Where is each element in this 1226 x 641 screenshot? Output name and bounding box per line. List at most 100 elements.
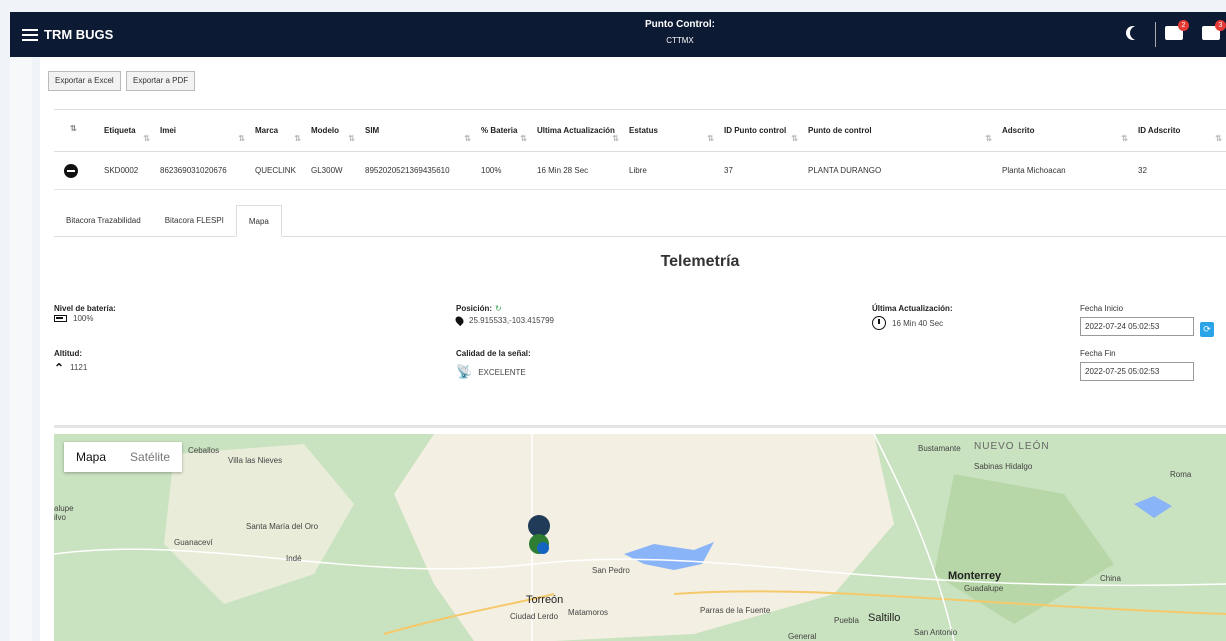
export-excel-button[interactable]: Exportar a Excel — [48, 71, 121, 91]
start-date-input[interactable]: 2022-07-24 05:02:53 — [1080, 317, 1194, 336]
position-info: Posición: ↻ 25.915533,-103.415799 — [453, 304, 554, 327]
map-label: Puebla — [834, 616, 859, 625]
map-label: China — [1100, 574, 1121, 583]
detail-tabs: Bitacora Trazabilidad Bitacora FLESPI Ma… — [54, 205, 1226, 237]
signal-label: Calidad de la señal: — [456, 349, 531, 358]
punto-control: Punto Control: CTTMX — [610, 19, 750, 45]
cell-id-adscrito: 32 — [1132, 151, 1226, 190]
header-punto-control[interactable]: Punto de control ⇅ — [802, 109, 996, 152]
end-date-group: Fecha Fin 2022-07-25 05:02:53 — [1080, 349, 1194, 381]
clock-icon — [872, 316, 886, 330]
cell-ultima-actualizacion: 16 Min 28 Sec — [531, 151, 623, 190]
devices-table: ⇅ Etiqueta ⇅ Imei ⇅ Marca ⇅ Modelo ⇅ SIM ⇅ % … — [54, 109, 1226, 190]
section-divider — [54, 425, 1226, 428]
battery-icon — [54, 315, 67, 322]
header-ultima-actualizacion[interactable]: Ultima Actualización ⇅ — [531, 109, 623, 152]
brand-title: TRM BUGS — [44, 27, 114, 42]
position-label: Posición: — [456, 304, 493, 313]
map-label: Saltillo — [868, 612, 901, 624]
header-sim[interactable]: SIM ⇅ — [359, 109, 475, 152]
altitude-label: Altitud: — [54, 349, 82, 358]
header-estatus[interactable]: Estatus ⇅ — [623, 109, 718, 152]
map-label: alupe ilvo — [54, 504, 74, 522]
telemetry-title: Telemetría — [660, 253, 740, 270]
header-modelo[interactable]: Modelo ⇅ — [305, 109, 359, 152]
cell-modelo: GL300W — [305, 151, 359, 190]
battery-info: Nivel de batería: 100% — [54, 304, 116, 323]
map-label: Roma — [1170, 470, 1192, 479]
map-label: Torreón — [526, 594, 564, 606]
map-label: Sabinas Hidalgo — [974, 462, 1033, 471]
plug-icon[interactable]: 3 — [1202, 20, 1226, 40]
header-imei[interactable]: Imei ⇅ — [154, 109, 249, 152]
header-id-punto-control[interactable]: ID Punto control ⇅ — [718, 109, 802, 152]
battery-value: 100% — [73, 314, 94, 323]
battery-label: Nivel de batería: — [54, 304, 116, 313]
refresh-green-icon[interactable]: ↻ — [495, 304, 502, 313]
map-type-satelite[interactable]: Satélite — [118, 442, 182, 472]
position-value: 25.915533,-103.415799 — [469, 316, 554, 325]
plug-badge: 3 — [1215, 20, 1226, 31]
last-update-value: 16 Min 40 Sec — [892, 318, 944, 328]
dark-mode-icon[interactable] — [1130, 26, 1144, 40]
table-row[interactable]: SKD0002 862369031020676 QUECLINK GL300W … — [54, 151, 1226, 190]
top-navbar: TRM BUGS Punto Control: CTTMX 2 3 — [10, 12, 1226, 57]
map-label: Guadalupe — [964, 584, 1004, 593]
map-type-mapa[interactable]: Mapa — [64, 442, 118, 472]
map-marker-icon — [453, 314, 466, 327]
signal-info: Calidad de la señal: 📡 EXCELENTE — [456, 349, 531, 380]
map-label: Santa María del Oro — [246, 522, 319, 531]
last-update-info: Última Actualización: 16 Min 40 Sec — [872, 304, 953, 330]
header-etiqueta[interactable]: Etiqueta ⇅ — [98, 109, 154, 152]
menu-icon[interactable] — [22, 28, 38, 41]
refresh-button[interactable]: ⟳ — [1200, 322, 1214, 337]
header-control[interactable]: ⇅ — [54, 109, 98, 152]
map-label: General — [788, 632, 817, 641]
end-date-input[interactable]: 2022-07-25 05:02:53 — [1080, 362, 1194, 381]
map-label: Monterrey — [948, 570, 1002, 582]
header-marca[interactable]: Marca ⇅ — [249, 109, 305, 152]
side-strip — [10, 57, 32, 641]
cell-imei: 862369031020676 — [154, 151, 249, 190]
map-label: San Antonio — [914, 628, 958, 637]
satellite-icon: 📡 — [456, 364, 473, 379]
cell-etiqueta: SKD0002 — [98, 151, 154, 190]
map-view[interactable]: Mapa Satélite Ceballos Villa las Nieves … — [54, 434, 1226, 641]
start-date-group: Fecha Inicio 2022-07-24 05:02:53 — [1080, 304, 1194, 336]
collapse-cell[interactable] — [54, 151, 98, 190]
main-card: Exportar a Excel Exportar a PDF ⇅ Etique… — [40, 57, 1226, 641]
truck-badge: 2 — [1178, 20, 1189, 31]
end-date-label: Fecha Fin — [1080, 349, 1116, 358]
cell-punto-control: PLANTA DURANGO — [802, 151, 996, 190]
chevron-up-icon: ⌃ — [54, 360, 65, 375]
table-header-row: ⇅ Etiqueta ⇅ Imei ⇅ Marca ⇅ Modelo ⇅ SIM ⇅ % … — [54, 109, 1226, 152]
map-label: Villa las Nieves — [228, 456, 283, 465]
map-label: San Pedro — [592, 566, 630, 575]
map-label: Bustamante — [918, 444, 961, 453]
truck-icon[interactable]: 2 — [1165, 20, 1189, 40]
map-label: Matamoros — [568, 608, 609, 617]
map-label: Parras de la Fuente — [700, 606, 771, 615]
map-label: Ceballos — [188, 446, 220, 455]
last-update-label: Última Actualización: — [872, 304, 953, 313]
altitude-info: Altitud: ⌃ 1121 — [54, 349, 88, 375]
cell-sim: 8952020521369435610 — [359, 151, 475, 190]
cell-estatus: Libre — [623, 151, 718, 190]
altitude-value: 1121 — [70, 363, 88, 372]
divider — [1155, 22, 1156, 47]
tab-bitacora-trazabilidad[interactable]: Bitacora Trazabilidad — [54, 205, 153, 236]
map-terrain — [54, 434, 1226, 641]
header-adscrito[interactable]: Adscrito ⇅ — [996, 109, 1132, 152]
tab-bitacora-flespi[interactable]: Bitacora FLESPI — [153, 205, 236, 236]
punto-control-label: Punto Control: — [645, 19, 715, 30]
header-bateria[interactable]: % Bateria ⇅ — [475, 109, 531, 152]
header-id-adscrito[interactable]: ID Adscrito ⇅ — [1132, 109, 1226, 152]
map-label: Indé — [286, 554, 302, 563]
tab-mapa[interactable]: Mapa — [235, 205, 282, 237]
punto-control-value: CTTMX — [666, 36, 694, 45]
cell-marca: QUECLINK — [249, 151, 305, 190]
collapse-icon[interactable] — [64, 163, 78, 178]
cell-adscrito: Planta Michoacan — [996, 151, 1132, 190]
signal-value: EXCELENTE — [478, 367, 526, 377]
export-pdf-button[interactable]: Exportar a PDF — [126, 71, 196, 91]
